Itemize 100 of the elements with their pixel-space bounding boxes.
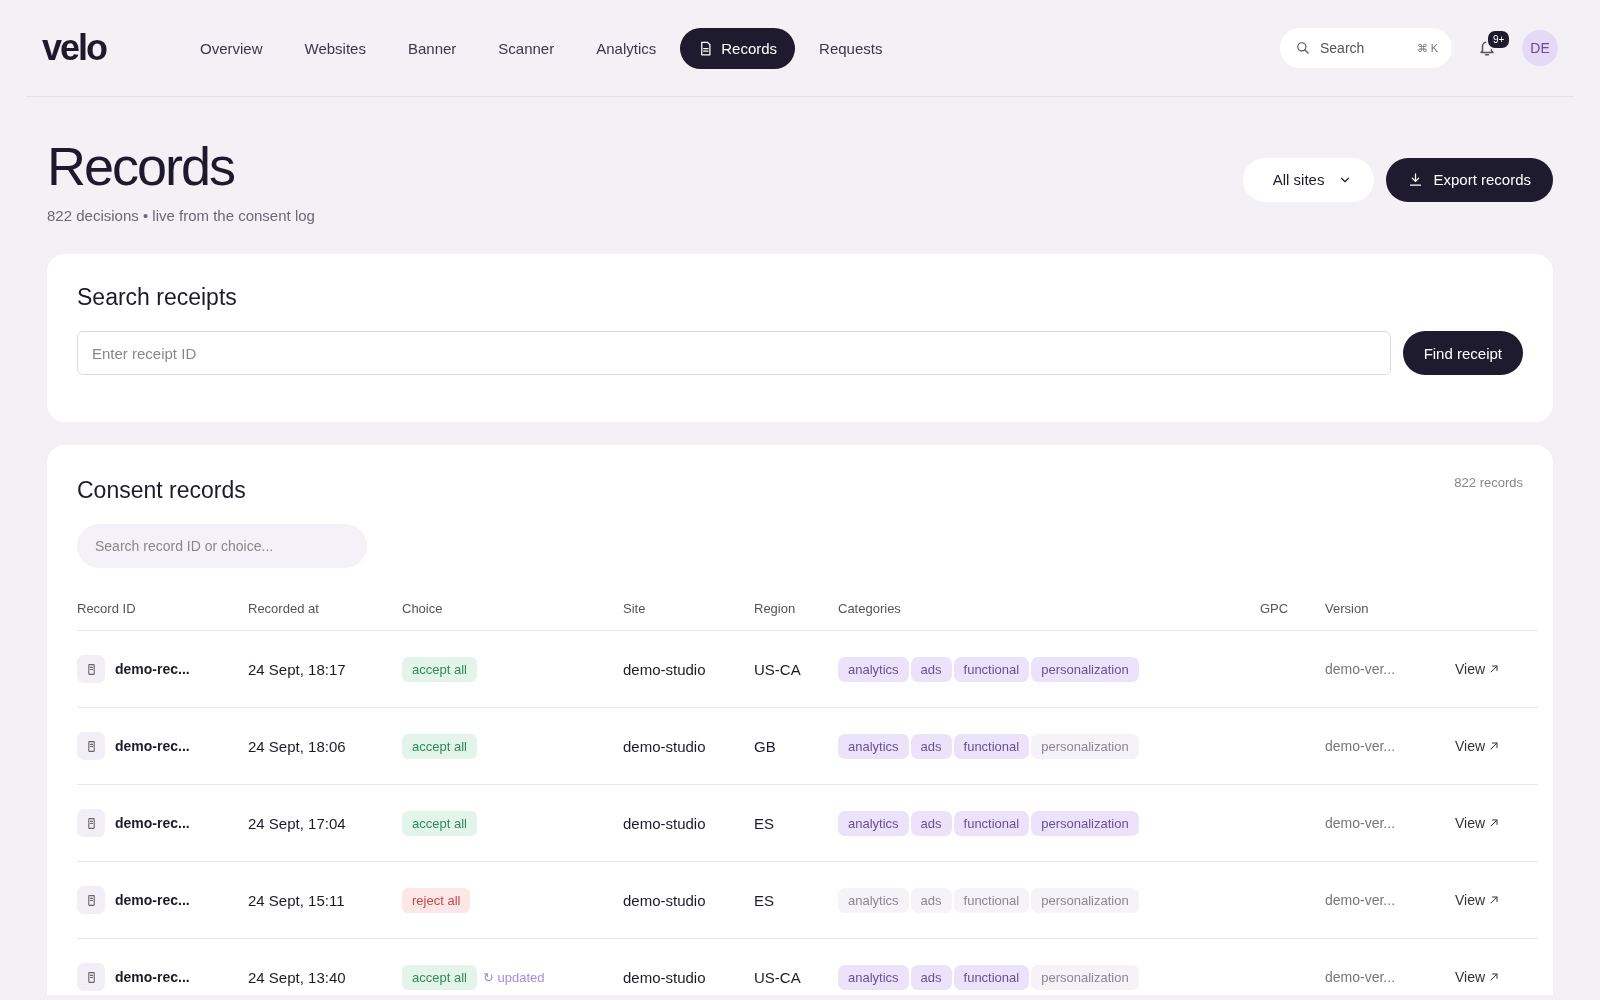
- site-name: demo-studio: [623, 968, 706, 986]
- view-link[interactable]: View: [1455, 969, 1501, 985]
- card-title: Search receipts: [77, 284, 238, 311]
- column-header: Recorded at: [248, 600, 319, 616]
- find-receipt-button[interactable]: Find receipt: [1402, 331, 1523, 375]
- category-tag: ads: [910, 810, 952, 836]
- arrow-up-right-icon: [1488, 817, 1501, 829]
- site-name: demo-studio: [623, 814, 706, 832]
- arrow-up-right-icon: [1488, 663, 1501, 675]
- region-code: US-CA: [754, 968, 801, 986]
- category-tag: functional: [953, 733, 1030, 759]
- category-tag: analytics: [838, 656, 909, 682]
- recorded-time: 24 Sept, 18:17: [248, 660, 346, 678]
- choice-tag: reject all: [402, 887, 471, 913]
- site-name: demo-studio: [623, 891, 706, 909]
- category-tag: personalization: [1031, 810, 1139, 836]
- region-code: ES: [754, 814, 774, 832]
- column-header: Choice: [402, 600, 443, 616]
- search-icon: [1296, 41, 1310, 55]
- card-title: Consent records: [77, 477, 246, 504]
- region-code: ES: [754, 891, 774, 909]
- column-header: Record ID: [77, 600, 136, 616]
- recorded-time: 24 Sept, 18:06: [248, 737, 346, 755]
- nav-tab[interactable]: Analytics: [578, 27, 675, 69]
- document-icon: [77, 963, 105, 991]
- category-tag: analytics: [838, 964, 909, 990]
- download-icon: [1408, 172, 1424, 187]
- column-header: Region: [754, 600, 796, 616]
- document-icon: [77, 809, 105, 837]
- search-placeholder: Search: [1320, 40, 1366, 56]
- category-tag: personalization: [1031, 964, 1139, 990]
- nav-tab[interactable]: Overview: [182, 27, 281, 69]
- category-tag: functional: [953, 887, 1030, 913]
- record-id: demo-rec...: [115, 892, 190, 908]
- choice-tag: accept all: [402, 733, 477, 759]
- category-tag: personalization: [1031, 656, 1139, 682]
- notification-badge: 9+: [1486, 29, 1512, 50]
- version-text: demo-ver...: [1325, 738, 1396, 754]
- recorded-time: 24 Sept, 15:11: [248, 891, 345, 909]
- category-tag: functional: [953, 810, 1030, 836]
- category-tag: analytics: [838, 810, 909, 836]
- site-name: demo-studio: [623, 660, 706, 678]
- category-tag: functional: [953, 964, 1030, 990]
- export-button[interactable]: Export records: [1386, 157, 1553, 202]
- category-tag: ads: [910, 964, 952, 990]
- record-search-field[interactable]: Search record ID or choice...: [77, 524, 367, 568]
- column-header: Categories: [838, 600, 901, 616]
- site-name: demo-studio: [623, 737, 706, 755]
- arrow-up-right-icon: [1488, 894, 1501, 906]
- logo[interactable]: velo: [42, 27, 182, 69]
- version-text: demo-ver...: [1325, 661, 1396, 677]
- choice-tag: accept all: [402, 656, 477, 682]
- nav-tab[interactable]: Requests: [801, 27, 901, 69]
- view-link[interactable]: View: [1455, 892, 1501, 908]
- version-text: demo-ver...: [1325, 892, 1396, 908]
- category-tag: personalization: [1031, 733, 1139, 759]
- search-field[interactable]: Search ⌘ K: [1280, 28, 1452, 68]
- category-tag: ads: [910, 887, 952, 913]
- choice-tag: accept all: [402, 964, 477, 990]
- column-header: Site: [623, 600, 646, 616]
- recorded-time: 24 Sept, 17:04: [248, 814, 346, 832]
- nav-tab[interactable]: Websites: [286, 27, 384, 69]
- document-icon: [77, 886, 105, 914]
- category-tag: ads: [910, 656, 952, 682]
- nav-tab[interactable]: Banner: [389, 27, 475, 69]
- page-subtitle: 822 decisions • live from the consent log: [47, 207, 315, 224]
- document-icon: [77, 732, 105, 760]
- column-header: GPC: [1260, 600, 1289, 616]
- region-code: US-CA: [754, 660, 801, 678]
- version-text: demo-ver...: [1325, 969, 1396, 985]
- updated-note: ↻ updated: [482, 969, 545, 985]
- record-id: demo-rec...: [115, 738, 190, 754]
- category-tag: functional: [953, 656, 1030, 682]
- view-link[interactable]: View: [1455, 661, 1501, 677]
- record-id: demo-rec...: [115, 661, 190, 677]
- record-count: 822 records: [1454, 475, 1523, 490]
- record-id: demo-rec...: [115, 815, 190, 831]
- view-link[interactable]: View: [1455, 815, 1501, 831]
- column-header: Version: [1325, 600, 1369, 616]
- arrow-up-right-icon: [1488, 740, 1501, 752]
- nav-tab[interactable]: Scanner: [480, 27, 573, 69]
- record-id: demo-rec...: [115, 969, 190, 985]
- document-icon: [77, 655, 105, 683]
- view-link[interactable]: View: [1455, 738, 1501, 754]
- document-icon: [698, 40, 714, 56]
- version-text: demo-ver...: [1325, 815, 1396, 831]
- category-tag: ads: [910, 733, 952, 759]
- arrow-up-right-icon: [1488, 971, 1501, 983]
- category-tag: analytics: [838, 887, 909, 913]
- shortcut-hint: ⌘ K: [1416, 41, 1438, 55]
- region-code: GB: [754, 737, 776, 755]
- page-title: Records: [47, 135, 236, 197]
- site-filter-dropdown[interactable]: All sites: [1242, 157, 1375, 202]
- choice-tag: accept all: [402, 810, 477, 836]
- category-tag: analytics: [838, 733, 909, 759]
- category-tag: personalization: [1031, 887, 1139, 913]
- receipt-id-field[interactable]: Enter receipt ID: [77, 331, 1391, 375]
- nav-tab[interactable]: Records: [680, 27, 796, 69]
- user-avatar[interactable]: DE: [1522, 30, 1558, 66]
- recorded-time: 24 Sept, 13:40: [248, 968, 346, 986]
